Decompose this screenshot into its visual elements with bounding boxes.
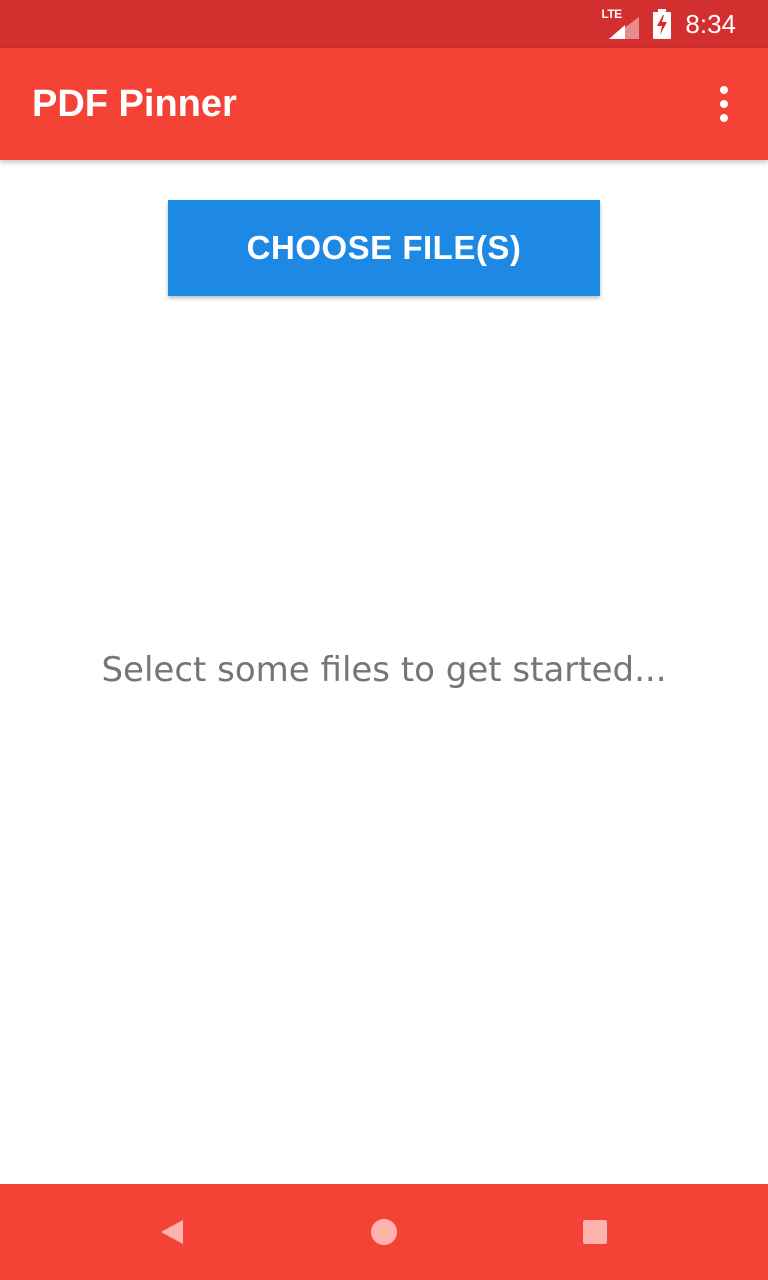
navigation-bar [0,1184,768,1280]
more-options-button[interactable] [700,80,748,128]
empty-state-message: Select some files to get started... [101,650,667,690]
more-vert-icon [720,86,728,94]
recents-icon [583,1220,607,1244]
signal-strength-icon [609,17,640,39]
status-bar: LTE 8:34 [0,0,768,48]
home-button[interactable] [360,1208,408,1256]
status-icons: LTE 8:34 [601,0,736,48]
status-time: 8:34 [685,8,736,39]
choose-files-button[interactable]: CHOOSE FILE(S) [168,200,600,296]
back-icon [161,1220,183,1244]
home-icon [371,1219,397,1245]
back-button[interactable] [148,1208,196,1256]
app-title: PDF Pinner [32,83,237,125]
lte-signal-icon: LTE [601,7,640,39]
more-vert-icon-dot [720,100,728,108]
app-bar: PDF Pinner [0,48,768,160]
app-screen: LTE 8:34 PDF Pinner CHOOSE FILE(S) Selec… [0,0,768,1280]
more-vert-icon-dot [720,114,728,122]
battery-charging-icon [653,9,672,39]
recents-button[interactable] [571,1208,619,1256]
